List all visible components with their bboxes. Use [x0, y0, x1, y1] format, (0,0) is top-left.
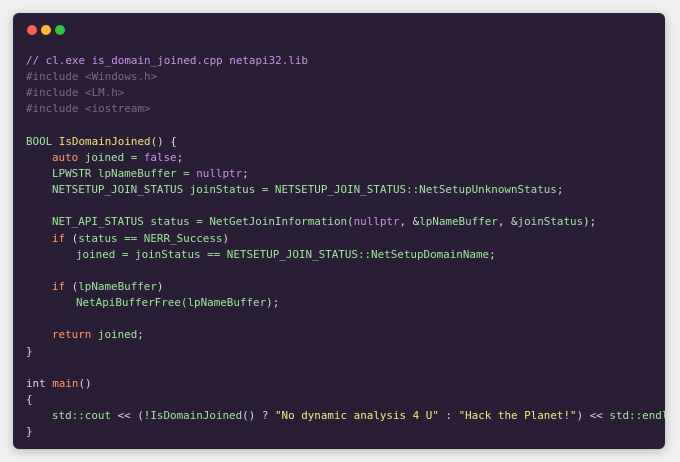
code-token: status == NERR_Success: [78, 231, 223, 245]
code-line: BOOL IsDomainJoined() {: [26, 134, 665, 150]
code-token: nullptr: [353, 215, 400, 229]
code-token: , &: [497, 215, 518, 229]
code-token: lpNameBuffer: [419, 215, 498, 229]
code-token: (): [78, 376, 92, 390]
code-line: int main(): [26, 376, 665, 392]
code-token: lpNameBuffer: [78, 279, 157, 293]
code-token: );: [266, 296, 280, 310]
code-line: if (status == NERR_Success): [26, 231, 665, 247]
code-token: #include <iostream>: [26, 102, 151, 116]
code-token: "No dynamic analysis 4 U": [274, 409, 439, 423]
code-line: if (lpNameBuffer): [26, 279, 665, 295]
maximize-window-dot-icon[interactable]: [55, 25, 65, 35]
code-token: int: [26, 376, 53, 390]
code-token: auto: [52, 150, 85, 164]
code-line: return joined;: [26, 327, 665, 343]
code-line: #include <iostream>: [26, 101, 665, 117]
code-line: NET_API_STATUS status = NetGetJoinInform…: [26, 214, 665, 230]
code-token: #include <Windows.h>: [26, 70, 158, 84]
code-token: main: [52, 376, 79, 390]
code-token: false: [143, 150, 177, 164]
code-token: return: [52, 328, 98, 342]
code-line: LPWSTR lpNameBuffer = nullptr;: [26, 166, 665, 182]
close-window-dot-icon[interactable]: [27, 25, 37, 35]
code-token: , &: [399, 215, 420, 229]
code-token: () ?: [242, 409, 275, 423]
code-line: // cl.exe is_domain_joined.cpp netapi32.…: [26, 53, 665, 69]
code-token: BOOL: [26, 134, 59, 148]
code-token: ;: [556, 183, 564, 197]
code-line: #include <LM.h>: [26, 85, 665, 101]
code-token: ) <<: [576, 409, 610, 423]
code-token: joinStatus: [517, 215, 584, 229]
code-window: // cl.exe is_domain_joined.cpp netapi32.…: [13, 13, 665, 449]
code-token: std::cout: [52, 409, 118, 423]
code-token: "Hack the Planet!": [458, 409, 577, 423]
code-token: if: [52, 279, 72, 293]
code-token: joined: [97, 328, 138, 342]
code-editor: // cl.exe is_domain_joined.cpp netapi32.…: [26, 53, 665, 440]
code-token: LPWSTR lpNameBuffer =: [52, 166, 197, 180]
window-titlebar: [13, 13, 665, 47]
code-token: IsDomainJoined: [150, 409, 243, 423]
code-token: NET_API_STATUS status = NetGetJoinInform…: [52, 215, 354, 229]
code-token: ;: [137, 328, 144, 342]
code-token: ): [222, 231, 230, 245]
code-token: nullptr: [196, 166, 243, 180]
code-line: #include <Windows.h>: [26, 69, 665, 85]
code-line: joined = joinStatus == NETSETUP_JOIN_STA…: [26, 247, 665, 263]
code-line: NetApiBufferFree(lpNameBuffer);: [26, 295, 665, 311]
code-token: if: [52, 231, 72, 245]
code-token: NETSETUP_JOIN_STATUS joinStatus = NETSET…: [52, 183, 557, 197]
code-token: #include <LM.h>: [26, 86, 125, 100]
code-line: }: [26, 344, 665, 360]
code-line: auto joined = false;: [26, 150, 665, 166]
code-token: }: [26, 425, 33, 439]
code-line: NETSETUP_JOIN_STATUS joinStatus = NETSET…: [26, 182, 665, 198]
code-line: std::cout << (!IsDomainJoined() ? "No dy…: [26, 408, 665, 424]
minimize-window-dot-icon[interactable]: [41, 25, 51, 35]
code-token: :: [438, 409, 459, 423]
code-token: ;: [176, 150, 184, 164]
code-token: ;: [489, 247, 496, 261]
code-token: ;: [242, 166, 249, 180]
code-line: }: [26, 424, 665, 440]
code-token: }: [26, 344, 33, 358]
code-token: // cl.exe is_domain_joined.cpp netapi32.…: [26, 54, 308, 67]
code-line: {: [26, 392, 665, 408]
code-token: ): [156, 279, 164, 293]
code-token: << (!: [117, 409, 151, 423]
code-token: std::endl: [609, 409, 665, 423]
code-token: );: [583, 215, 597, 229]
code-token: () {: [150, 134, 177, 148]
code-token: joined =: [84, 150, 144, 164]
code-token: {: [26, 392, 33, 406]
code-token: joined = joinStatus == NETSETUP_JOIN_STA…: [76, 247, 490, 261]
code-token: NetApiBufferFree(lpNameBuffer: [76, 296, 267, 310]
code-token: IsDomainJoined: [58, 134, 151, 148]
